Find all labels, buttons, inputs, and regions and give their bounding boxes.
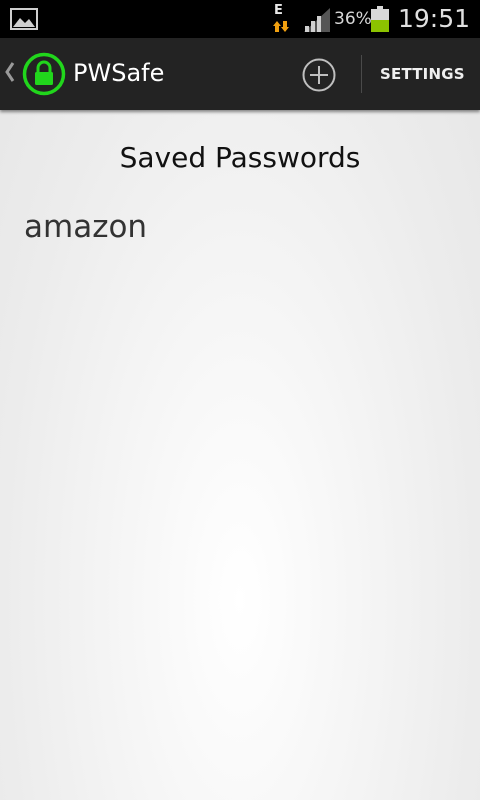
up-caret-icon[interactable] — [4, 60, 16, 84]
settings-label: SETTINGS — [380, 65, 465, 83]
list-item[interactable]: amazon — [0, 200, 480, 254]
clock: 19:51 — [398, 4, 471, 33]
add-password-button[interactable] — [300, 56, 338, 94]
data-transfer-icon: E — [272, 4, 292, 34]
page-title: Saved Passwords — [119, 141, 361, 174]
password-list: amazon — [0, 200, 480, 254]
lock-icon[interactable] — [22, 52, 66, 96]
status-bar: E 36% 19:51 — [0, 0, 480, 38]
battery-icon — [370, 5, 390, 33]
action-bar: PWSafe SETTINGS — [0, 38, 480, 110]
settings-button[interactable]: SETTINGS — [362, 38, 480, 110]
image-notification-icon — [10, 7, 38, 31]
signal-strength-icon — [302, 8, 332, 32]
battery-percent: 36% — [334, 9, 372, 29]
app-title: PWSafe — [73, 59, 165, 87]
add-circle-icon — [302, 58, 336, 92]
list-item-label: amazon — [24, 209, 148, 245]
app-screen: E 36% 19:51 PWSafe SETTINGS Saved Passwo… — [0, 0, 480, 800]
